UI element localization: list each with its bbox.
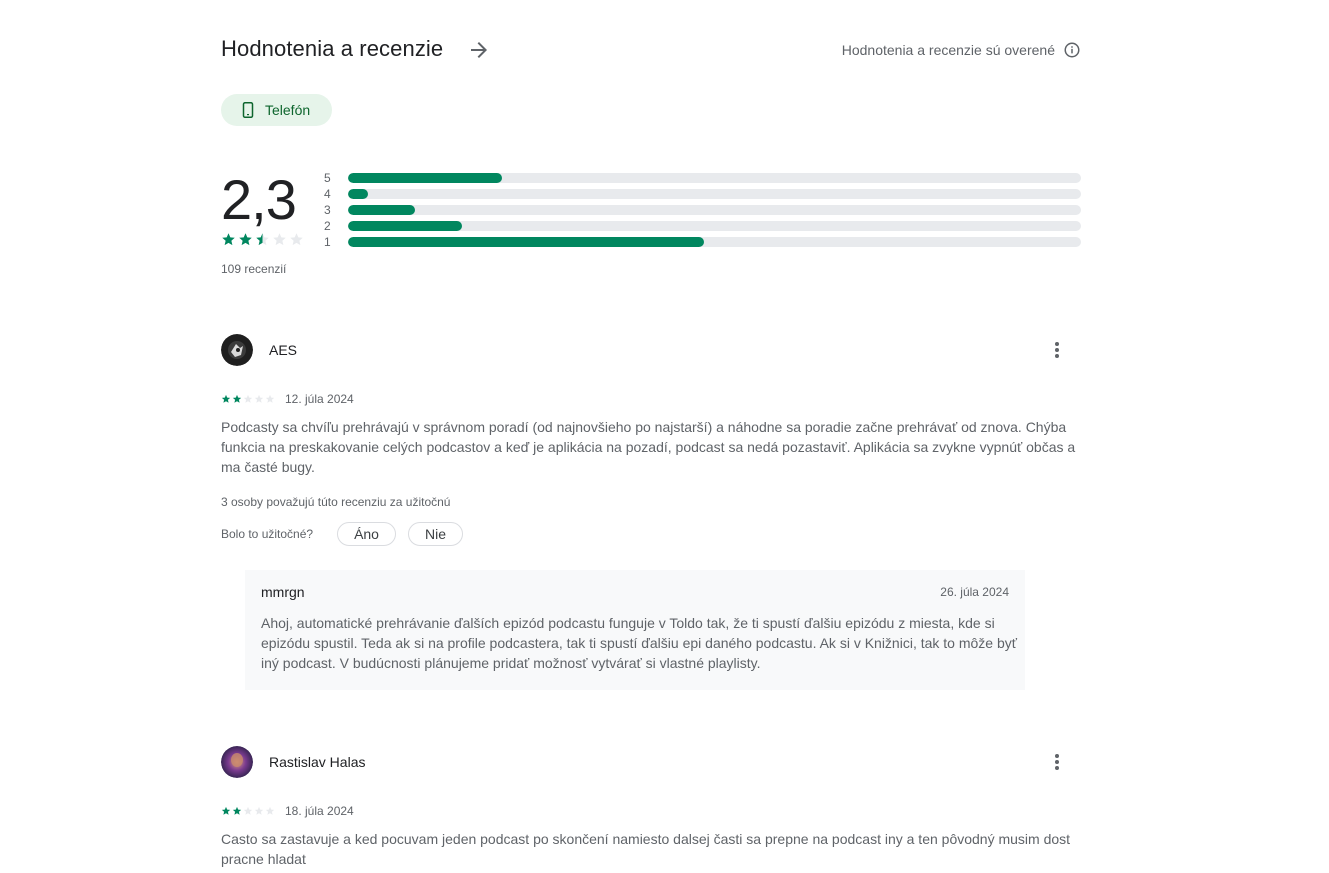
- rating-bar-row: 2: [324, 218, 1081, 234]
- reply-text: Ahoj, automatické prehrávanie ďalších ep…: [261, 615, 1018, 671]
- helpful-question-label: Bolo to užitočné?: [221, 527, 314, 541]
- helpful-count: 3 osoby považujú túto recenziu za užitoč…: [221, 495, 451, 509]
- avatar: [221, 334, 253, 366]
- rating-bar-track: [348, 205, 1081, 215]
- review-date: 12. júla 2024: [285, 392, 354, 406]
- more-options-button[interactable]: [1045, 750, 1069, 774]
- review-meta: 12. júla 2024: [221, 392, 354, 406]
- more-vert-icon: [1055, 342, 1059, 358]
- star-icon: [221, 806, 231, 815]
- verified-text: Hodnotenia a recenzie sú overené: [841, 42, 1055, 58]
- star-icon: [222, 233, 235, 246]
- rating-bar-label: 3: [324, 203, 331, 217]
- rating-bar-row: 4: [324, 186, 1081, 202]
- review-stars: [221, 806, 276, 816]
- review-card: AES 12. júla 2024 Podcasty sa chvíľu pre…: [221, 334, 1081, 694]
- rating-bar-row: 5: [324, 170, 1081, 186]
- helpful-no-button[interactable]: Nie: [407, 522, 463, 546]
- see-all-reviews-button[interactable]: [467, 38, 491, 62]
- star-icon: [232, 394, 242, 403]
- device-chip-phone[interactable]: Telefón: [221, 94, 332, 126]
- device-chip-label: Telefón: [265, 102, 311, 118]
- rating-bar-track: [348, 221, 1081, 231]
- review-text: Casto sa zastavuje a ked pocuvam jeden p…: [221, 831, 1071, 867]
- section-header: Hodnotenia a recenzie Hodnotenia a recen…: [221, 36, 1081, 64]
- rating-bar-fill: [348, 189, 368, 199]
- review-count: 109 recenzií: [221, 262, 287, 276]
- rating-summary: 2,3 109 recenzií 5 4 3 2 1: [221, 168, 1081, 288]
- rating-bar-label: 4: [324, 187, 331, 201]
- rating-bar-row: 3: [324, 202, 1081, 218]
- ratings-section: Hodnotenia a recenzie Hodnotenia a recen…: [221, 0, 1081, 873]
- arrow-right-icon: [471, 42, 487, 58]
- rating-bar-fill: [348, 205, 415, 215]
- avatar: [221, 746, 253, 778]
- developer-reply: mmrgn 26. júla 2024 Ahoj, automatické pr…: [245, 570, 1025, 690]
- star-icon: [243, 806, 253, 815]
- more-options-button[interactable]: [1045, 338, 1069, 362]
- phone-icon: [242, 102, 254, 118]
- rating-bar-track: [348, 189, 1081, 199]
- helpful-question: Bolo to užitočné? Áno Nie: [221, 522, 463, 546]
- section-title: Hodnotenia a recenzie: [221, 36, 444, 61]
- star-icon: [273, 233, 286, 246]
- star-icon: [254, 806, 264, 815]
- review-author: Rastislav Halas: [269, 754, 366, 770]
- star-icon: [239, 233, 252, 246]
- rating-bar-row: 1: [324, 234, 1081, 250]
- review-author: AES: [269, 342, 298, 358]
- rating-bar-label: 5: [324, 171, 331, 185]
- helpful-yes-button[interactable]: Áno: [337, 522, 396, 546]
- review-card: Rastislav Halas 18. júla 2024 Casto sa z…: [221, 746, 1081, 873]
- reply-author: mmrgn: [261, 584, 305, 600]
- more-vert-icon: [1055, 754, 1059, 770]
- review-text: Podcasty sa chvíľu prehrávajú v správnom…: [221, 419, 1076, 475]
- rating-bar-track: [348, 173, 1081, 183]
- average-stars: [221, 232, 306, 247]
- rating-bar-fill: [348, 173, 502, 183]
- average-score: 2,3: [221, 168, 297, 231]
- star-icon: [221, 394, 231, 403]
- reply-date: 26. júla 2024: [940, 585, 1009, 599]
- star-icon: [232, 806, 242, 815]
- rating-bar-fill: [348, 221, 462, 231]
- review-stars: [221, 394, 276, 404]
- rating-bar-label: 1: [324, 235, 331, 249]
- star-icon: [290, 233, 303, 246]
- star-icon: [254, 394, 264, 403]
- star-icon: [265, 806, 275, 815]
- star-icon: [243, 394, 253, 403]
- verified-notice: Hodnotenia a recenzie sú overené: [842, 41, 1081, 59]
- star-icon: [265, 394, 275, 403]
- review-meta: 18. júla 2024: [221, 804, 354, 818]
- review-date: 18. júla 2024: [285, 804, 354, 818]
- star-icon: [256, 233, 269, 246]
- info-icon[interactable]: [1063, 41, 1081, 59]
- rating-bar-label: 2: [324, 219, 331, 233]
- rating-bar-track: [348, 237, 1081, 247]
- rating-bar-fill: [348, 237, 704, 247]
- rating-distribution: 5 4 3 2 1: [324, 170, 1081, 250]
